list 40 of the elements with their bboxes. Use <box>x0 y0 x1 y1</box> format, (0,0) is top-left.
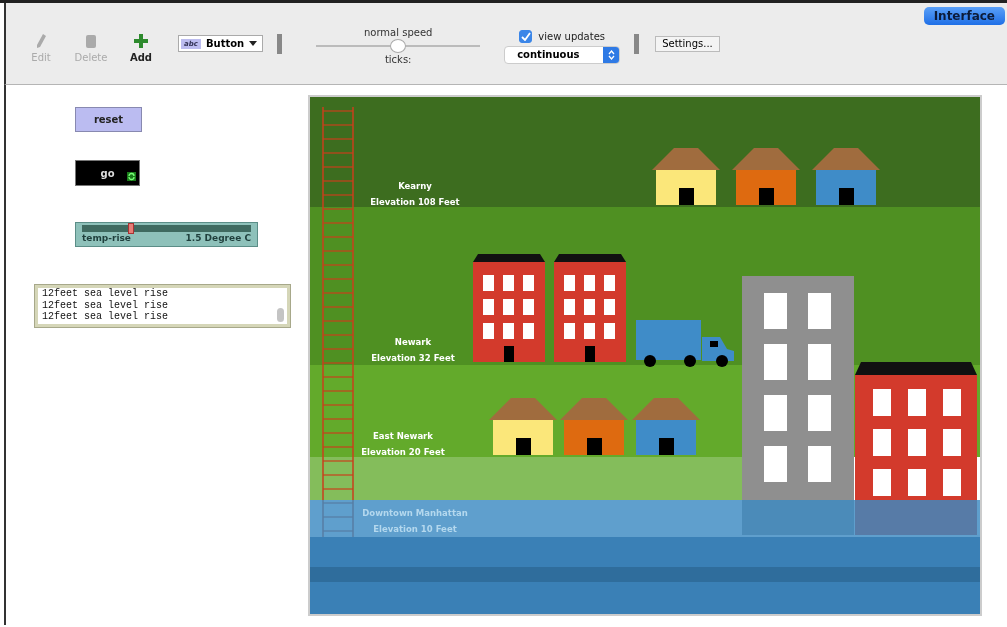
scrollbar-thumb[interactable] <box>277 308 284 322</box>
output-line: 12feet sea level rise <box>42 288 170 300</box>
house-drawing <box>560 398 628 455</box>
house-drawing <box>489 398 557 455</box>
slider-reading: 1.5 Degree C <box>185 233 251 243</box>
zone-elevation: Elevation 10 Feet <box>373 524 457 534</box>
speed-label: normal speed <box>363 26 433 38</box>
slider-thumb[interactable] <box>390 38 407 53</box>
toolbar-separator <box>634 33 640 54</box>
add-tool-button[interactable]: Add <box>116 34 166 63</box>
pencil-icon <box>36 34 46 48</box>
reset-button[interactable]: reset <box>75 107 142 132</box>
output-line: 12feet sea level rise <box>42 299 170 311</box>
view-updates-label: view updates <box>538 30 605 42</box>
temp-rise-slider[interactable]: temp-rise 1.5 Degree C <box>75 222 258 247</box>
house-drawing <box>632 398 700 455</box>
go-button[interactable]: go <box>75 160 140 186</box>
house-drawing <box>812 148 880 205</box>
zone-name: Kearny <box>398 181 432 191</box>
slider-thumb[interactable] <box>128 223 134 234</box>
house-drawing <box>732 148 800 205</box>
view-updates-checkbox[interactable] <box>519 29 533 43</box>
trash-icon <box>85 34 97 48</box>
zone-elevation: Elevation 20 Feet <box>361 447 445 457</box>
zone-name: Newark <box>394 337 432 347</box>
zone-elevation: Elevation 32 Feet <box>371 353 455 363</box>
update-mode-dropdown[interactable]: continuous <box>504 45 621 64</box>
zone-elevation: Elevation 108 Feet <box>370 197 460 207</box>
stepper-icon <box>603 46 620 63</box>
zone-name: Downtown Manhattan <box>362 508 468 518</box>
slider-name: temp-rise <box>82 233 131 243</box>
house-drawing <box>652 148 720 205</box>
caret-icon <box>249 41 258 46</box>
plus-icon <box>134 34 148 48</box>
settings-button[interactable]: Settings... <box>655 35 720 52</box>
toolbar-separator <box>277 33 283 54</box>
output-line: 12feet sea level rise <box>42 311 170 323</box>
interface-tab[interactable]: Interface <box>923 7 1005 25</box>
ticks-label: ticks: <box>384 53 412 65</box>
zone-name: East Newark <box>373 431 433 441</box>
